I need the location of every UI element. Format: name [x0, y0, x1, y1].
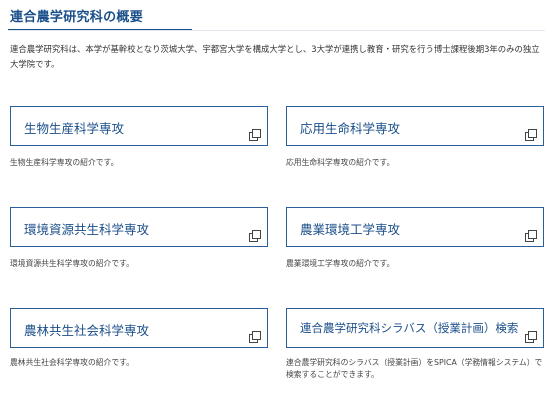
card-environmental-resources[interactable]: 環境資源共生科学専攻	[10, 207, 268, 247]
external-window-icon	[525, 230, 537, 242]
card-description: 応用生命科学専攻の紹介です。	[286, 158, 395, 167]
heading-divider	[8, 30, 545, 31]
card-title: 生物生産科学専攻	[24, 121, 125, 136]
card-title: 連合農学研究科シラバス（授業計画）検索	[300, 321, 519, 335]
card-title: 農林共生社会科学専攻	[24, 323, 150, 338]
section-title: 連合農学研究科の概要	[10, 10, 144, 25]
external-window-icon	[249, 129, 261, 141]
heading-underline	[8, 29, 192, 30]
card-description: 環境資源共生科学専攻の紹介です。	[10, 259, 134, 268]
card-title: 農業環境工学専攻	[300, 222, 401, 237]
card-title: 環境資源共生科学専攻	[24, 222, 150, 237]
card-description: 生物生産科学専攻の紹介です。	[10, 158, 119, 167]
card-title: 応用生命科学専攻	[300, 121, 401, 136]
card-description: 連合農学研究科のシラバス（授業計画）をSPICA（学務情報システム）で検索するこ…	[286, 358, 543, 379]
card-syllabus-search[interactable]: 連合農学研究科シラバス（授業計画）検索	[286, 308, 544, 348]
intro-text: 連合農学研究科は、本学が基幹校となり茨城大学、宇都宮大学を構成大学とし、3大学が…	[10, 44, 540, 69]
card-symbiotic-social-science[interactable]: 農林共生社会科学専攻	[10, 308, 268, 348]
card-applied-life-science[interactable]: 応用生命科学専攻	[286, 106, 544, 146]
external-window-icon	[525, 331, 537, 343]
external-window-icon	[525, 129, 537, 141]
card-biological-production[interactable]: 生物生産科学専攻	[10, 106, 268, 146]
card-description: 農林共生社会科学専攻の紹介です。	[10, 358, 134, 367]
external-window-icon	[249, 230, 261, 242]
card-description: 農業環境工学専攻の紹介です。	[286, 259, 395, 268]
card-agricultural-engineering[interactable]: 農業環境工学専攻	[286, 207, 544, 247]
external-window-icon	[249, 331, 261, 343]
